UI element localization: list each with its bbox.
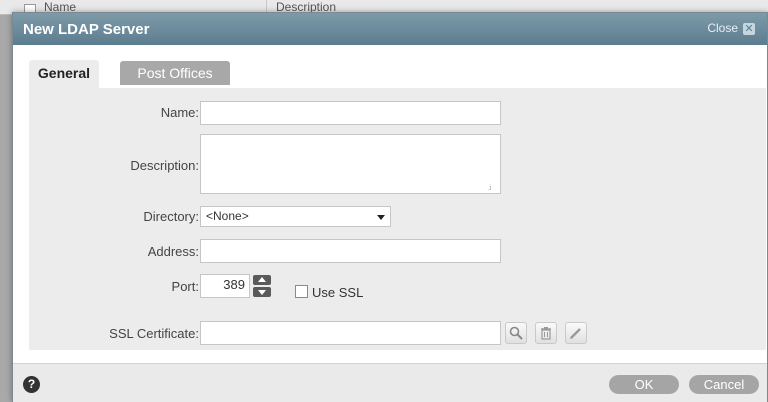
dialog-titlebar: New LDAP Server Close ✕ [13, 13, 767, 45]
stepper-down-icon[interactable] [253, 287, 271, 297]
name-input[interactable] [200, 101, 501, 125]
address-label: Address: [147, 244, 199, 259]
search-icon [509, 326, 523, 340]
textarea-resize-handle[interactable]: .:i [488, 185, 492, 192]
edit-certificate-button[interactable] [565, 322, 587, 344]
tab-general[interactable]: General [29, 60, 99, 89]
general-panel: Name: Description: .:i Directory: <None>… [29, 88, 766, 350]
trash-icon [541, 327, 551, 340]
browse-certificate-button[interactable] [505, 322, 527, 344]
description-textarea[interactable] [200, 134, 501, 194]
help-icon[interactable]: ? [23, 376, 40, 393]
stepper-up-icon[interactable] [253, 275, 271, 285]
cancel-button[interactable]: Cancel [689, 375, 759, 394]
ok-button[interactable]: OK [609, 375, 679, 394]
close-icon: ✕ [743, 23, 755, 35]
address-input[interactable] [200, 239, 501, 263]
close-label: Close [707, 21, 738, 35]
delete-certificate-button[interactable] [535, 322, 557, 344]
description-label: Description: [130, 158, 199, 173]
chevron-down-icon [377, 215, 385, 220]
directory-selected-value: <None> [206, 209, 249, 223]
directory-label: Directory: [143, 209, 199, 224]
ssl-certificate-label: SSL Certificate: [109, 326, 199, 341]
name-label: Name: [160, 105, 199, 120]
port-input[interactable]: 389 [200, 274, 250, 298]
dialog-title: New LDAP Server [23, 21, 150, 38]
ssl-certificate-input[interactable] [200, 321, 501, 345]
use-ssl-label: Use SSL [312, 285, 364, 300]
new-ldap-server-dialog: New LDAP Server Close ✕ General Post Offi… [12, 12, 768, 402]
port-label: Port: [171, 279, 199, 294]
dialog-footer: ? OK Cancel [13, 363, 767, 402]
port-value: 389 [223, 277, 245, 292]
directory-select[interactable]: <None> [200, 206, 391, 227]
use-ssl-checkbox[interactable] [295, 285, 308, 298]
close-button[interactable]: Close ✕ [707, 21, 755, 35]
tab-post-offices[interactable]: Post Offices [120, 61, 230, 85]
port-stepper[interactable] [253, 275, 271, 297]
pencil-icon [570, 328, 581, 339]
